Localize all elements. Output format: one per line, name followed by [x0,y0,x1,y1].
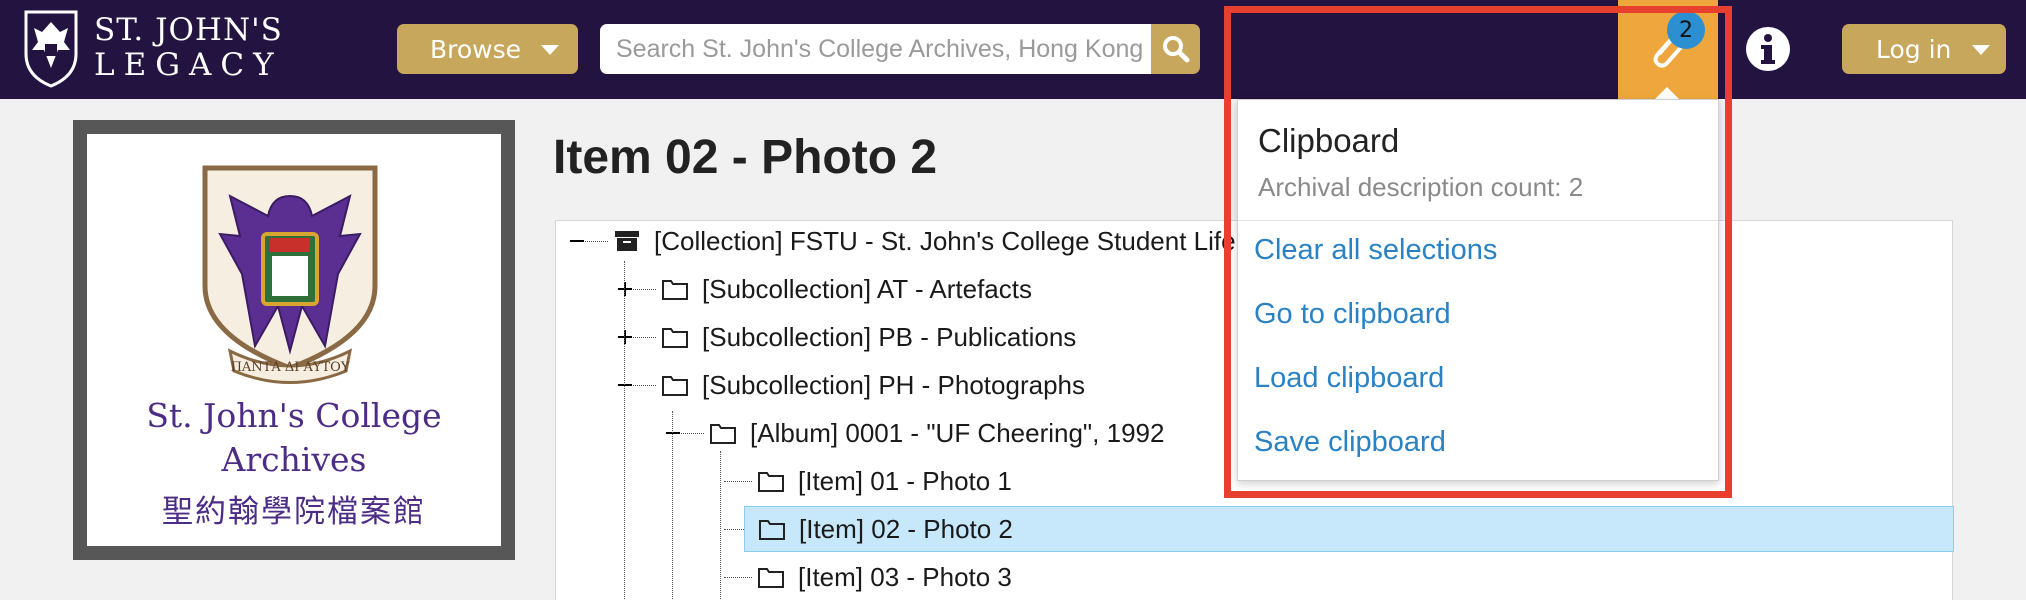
page-title: Item 02 - Photo 2 [553,131,938,184]
tree-node[interactable]: [Subcollection] PB - Publications [662,314,1076,360]
tree-node-label: [Subcollection] PH - Photographs [702,369,1085,400]
tree-guide-line [624,261,625,600]
chevron-down-icon [541,45,559,55]
tree-node[interactable]: [Subcollection] PH - Photographs [662,362,1085,408]
tree-connector [676,433,704,434]
tree-guide-line [720,451,721,600]
tree-node[interactable]: [Item] 02 - Photo 2 [744,506,1954,552]
clipboard-dropdown: Clipboard Archival description count: 2 … [1237,99,1719,481]
tree-guide-line [672,411,673,600]
folder-icon [662,376,688,396]
top-navbar: ST. JOHN'S LEGACY Browse 2 Log in [0,0,2026,99]
tree-node[interactable]: [Album] 0001 - "UF Cheering", 1992 [710,410,1164,456]
site-logo[interactable]: ST. JOHN'S LEGACY [22,8,283,88]
folder-icon [662,280,688,300]
search-input[interactable] [600,24,1151,74]
search-icon [1162,36,1189,63]
collapse-toggle-icon[interactable] [618,384,632,386]
tree-connector [628,385,656,386]
repository-name-chinese: 聖約翰學院檔案館 [162,494,426,530]
repository-name-line-2: Archives [221,440,367,479]
tree-connector [724,481,752,482]
folder-icon [758,472,784,492]
collapse-toggle-icon[interactable] [666,432,680,434]
clipboard-button[interactable] [1618,0,1718,99]
expand-toggle-icon[interactable] [618,282,632,296]
save-clipboard-link[interactable]: Save clipboard [1254,426,1446,459]
tree-node-label: [Subcollection] AT - Artefacts [702,273,1032,304]
tree-node-label: [Collection] FSTU - St. John's College S… [654,225,1236,256]
tree-node-label: [Item] 02 - Photo 2 [799,513,1013,544]
search-box [600,24,1200,74]
tree-node[interactable]: [Subcollection] AT - Artefacts [662,266,1032,312]
logo-line-1: ST. JOHN'S [94,12,283,48]
browse-label: Browse [430,34,522,64]
tree-connector [628,337,656,338]
info-icon[interactable] [1745,26,1791,72]
collapse-toggle-icon[interactable] [570,240,584,242]
tree-connector [580,241,608,242]
browse-button[interactable]: Browse [397,24,578,74]
login-label: Log in [1876,34,1952,64]
tree-node[interactable]: [Item] 03 - Photo 3 [758,554,1012,600]
tree-connector [724,577,752,578]
folder-icon [662,328,688,348]
tree-node-label: [Item] 03 - Photo 3 [798,561,1012,592]
clear-all-selections-link[interactable]: Clear all selections [1254,234,1497,267]
tree-node-label: [Subcollection] PB - Publications [702,321,1077,352]
divider [1238,220,1718,221]
search-button[interactable] [1151,24,1200,74]
crest-motto: ΠΑΝΤΑ ΔΙ ΑΥΤΟΥ [231,360,350,375]
login-button[interactable]: Log in [1842,24,2006,74]
tree-node-label: [Album] 0001 - "UF Cheering", 1992 [750,417,1165,448]
load-clipboard-link[interactable]: Load clipboard [1254,362,1444,395]
clipboard-title: Clipboard [1258,122,1400,159]
archive-box-icon [615,231,639,251]
folder-icon [758,568,784,588]
folder-icon [710,424,736,444]
clipboard-count-badge: 2 [1667,11,1705,49]
college-crest-icon: ΠΑΝΤΑ ΔΙ ΑΥΤΟΥ [202,165,378,384]
crest-icon [24,10,78,88]
expand-toggle-icon[interactable] [618,330,632,344]
repository-logo-card: ΠΑΝΤΑ ΔΙ ΑΥΤΟΥ St. John's College Archiv… [73,120,515,560]
go-to-clipboard-link[interactable]: Go to clipboard [1254,298,1451,331]
chevron-down-icon [1972,45,1990,55]
tree-node[interactable]: [Item] 01 - Photo 1 [758,458,1012,504]
tree-node[interactable]: [Collection] FSTU - St. John's College S… [614,218,1236,264]
repository-name-line-1: St. John's College [146,396,442,435]
logo-line-2: LEGACY [94,47,283,83]
tree-connector [628,289,656,290]
tree-node-label: [Item] 01 - Photo 1 [798,465,1012,496]
folder-icon [759,520,785,540]
clipboard-count-text: Archival description count: 2 [1258,172,1584,202]
